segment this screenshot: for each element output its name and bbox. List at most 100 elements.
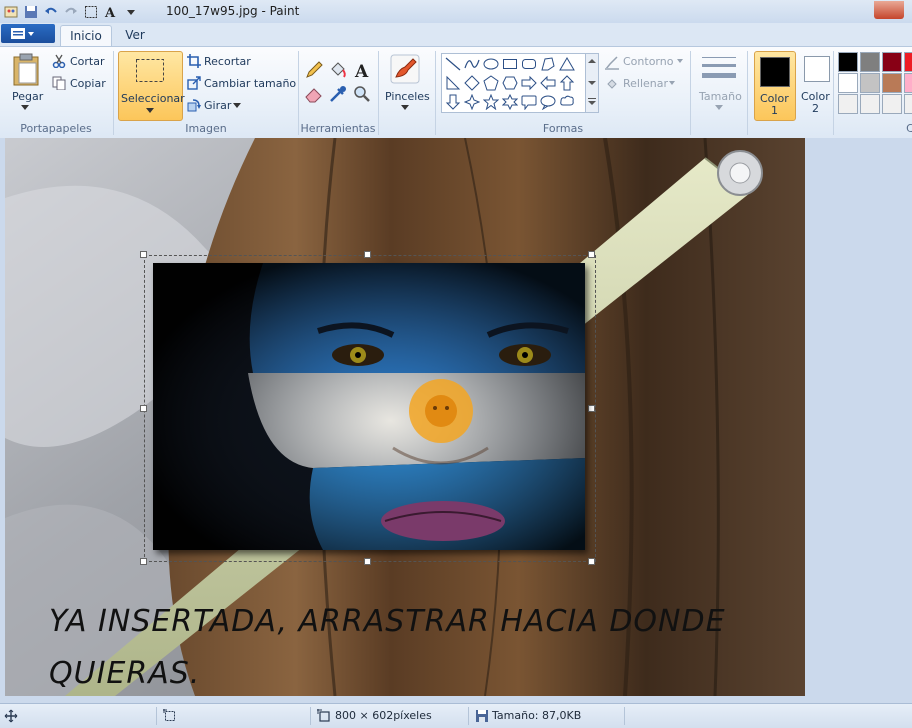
sun-of-may-icon — [409, 379, 473, 443]
palette-swatch[interactable] — [860, 73, 880, 93]
crop-label[interactable]: Recortar — [204, 55, 251, 68]
copy-label[interactable]: Copiar — [70, 77, 106, 90]
rotate-dropdown-icon[interactable] — [233, 103, 241, 109]
brushes-label[interactable]: Pinceles — [385, 90, 430, 103]
palette-swatch[interactable] — [838, 73, 858, 93]
pasted-image[interactable] — [153, 263, 585, 550]
color1-number: 1 — [771, 104, 778, 117]
size-dropdown-icon[interactable] — [715, 105, 723, 111]
left-arrow-shape-icon[interactable] — [540, 75, 556, 91]
pencil-icon[interactable] — [304, 60, 324, 80]
fill-dropdown-icon[interactable] — [669, 81, 675, 85]
outline-label[interactable]: Contorno — [623, 55, 673, 68]
palette-swatch-empty[interactable] — [904, 94, 912, 114]
palette-swatch[interactable] — [882, 52, 902, 72]
crop-icon[interactable] — [187, 54, 201, 68]
save-icon[interactable] — [24, 5, 38, 19]
color1-button[interactable]: Color 1 — [754, 51, 796, 121]
resize-icon[interactable] — [187, 76, 201, 90]
rotate-label[interactable]: Girar — [204, 99, 231, 112]
oval-callout-shape-icon[interactable] — [540, 94, 556, 110]
paint-menu-button[interactable] — [1, 24, 55, 43]
cloud-callout-shape-icon[interactable] — [559, 94, 575, 110]
size-label[interactable]: Tamaño — [699, 90, 742, 103]
triangle-shape-icon[interactable] — [559, 56, 575, 72]
image-dimensions-icon — [317, 709, 330, 722]
color2-preview[interactable] — [804, 56, 830, 82]
brush-icon[interactable] — [389, 53, 421, 85]
cut-label[interactable]: Cortar — [70, 55, 105, 68]
color-picker-icon[interactable] — [328, 84, 348, 104]
undo-icon[interactable] — [44, 5, 58, 19]
down-arrow-shape-icon[interactable] — [445, 94, 461, 110]
canvas-caption-text: YA INSERTADA, ARRASTRAR HACIA DONDE QUIE… — [49, 596, 769, 696]
resize-handle-top-right[interactable] — [588, 251, 595, 258]
copy-icon[interactable] — [52, 76, 66, 90]
resize-handle-top[interactable] — [364, 251, 371, 258]
resize-handle-bottom-right[interactable] — [588, 558, 595, 565]
palette-swatch-empty[interactable] — [860, 94, 880, 114]
rounded-rectangle-shape-icon[interactable] — [521, 56, 537, 72]
six-point-star-shape-icon[interactable] — [502, 94, 518, 110]
select-button[interactable]: Seleccionar — [118, 51, 185, 121]
shapes-scrollbar[interactable] — [585, 53, 599, 113]
palette-swatch[interactable] — [860, 52, 880, 72]
four-point-star-shape-icon[interactable] — [464, 94, 480, 110]
brushes-dropdown-icon[interactable] — [401, 105, 409, 111]
fill-icon[interactable] — [604, 77, 620, 91]
tab-inicio[interactable]: Inicio — [60, 25, 112, 47]
fill-label[interactable]: Rellenar — [623, 77, 668, 90]
outline-dropdown-icon[interactable] — [677, 59, 683, 63]
polygon-shape-icon[interactable] — [540, 56, 556, 72]
text-icon[interactable]: A — [104, 5, 118, 19]
paste-label[interactable]: Pegar — [12, 90, 43, 103]
resize-handle-right[interactable] — [588, 405, 595, 412]
palette-swatch[interactable] — [904, 73, 912, 93]
resize-label[interactable]: Cambiar tamaño — [204, 77, 296, 90]
customize-arrow-icon[interactable] — [124, 5, 138, 19]
select-icon[interactable] — [84, 5, 98, 19]
right-arrow-shape-icon[interactable] — [521, 75, 537, 91]
outline-icon[interactable] — [604, 56, 620, 70]
right-triangle-shape-icon[interactable] — [445, 75, 461, 91]
resize-handle-left[interactable] — [140, 405, 147, 412]
palette-swatch[interactable] — [838, 52, 858, 72]
workspace: YA INSERTADA, ARRASTRAR HACIA DONDE QUIE… — [0, 138, 912, 703]
resize-handle-bottom-left[interactable] — [140, 558, 147, 565]
resize-handle-top-left[interactable] — [140, 251, 147, 258]
hexagon-shape-icon[interactable] — [502, 75, 518, 91]
group-divider — [378, 51, 379, 135]
tab-ver[interactable]: Ver — [116, 25, 154, 46]
up-arrow-shape-icon[interactable] — [559, 75, 575, 91]
size-lines-icon[interactable] — [702, 55, 736, 83]
five-point-star-shape-icon[interactable] — [483, 94, 499, 110]
close-button[interactable] — [874, 1, 904, 19]
pentagon-shape-icon[interactable] — [483, 75, 499, 91]
palette-swatch-empty[interactable] — [838, 94, 858, 114]
rounded-callout-shape-icon[interactable] — [521, 94, 537, 110]
rotate-icon[interactable] — [187, 98, 201, 112]
rectangle-shape-icon[interactable] — [502, 56, 518, 72]
paste-icon[interactable] — [12, 53, 42, 87]
eraser-icon[interactable] — [304, 84, 324, 104]
magnifier-icon[interactable] — [352, 84, 372, 104]
app-icon[interactable] — [4, 5, 18, 19]
face-flag-photo — [153, 263, 585, 550]
fill-bucket-icon[interactable] — [328, 60, 348, 80]
palette-swatch-empty[interactable] — [882, 94, 902, 114]
selection-rect-icon — [136, 59, 164, 82]
redo-icon[interactable] — [64, 5, 78, 19]
line-shape-icon[interactable] — [445, 56, 461, 72]
image-dimensions-text: 800 × 602píxeles — [335, 709, 432, 722]
palette-swatch[interactable] — [904, 52, 912, 72]
palette-swatch[interactable] — [882, 73, 902, 93]
curve-shape-icon[interactable] — [464, 56, 480, 72]
status-bar: 800 × 602píxeles Tamaño: 87,0KB — [0, 703, 912, 728]
canvas[interactable]: YA INSERTADA, ARRASTRAR HACIA DONDE QUIE… — [5, 138, 805, 696]
paste-dropdown-icon[interactable] — [21, 105, 29, 111]
resize-handle-bottom[interactable] — [364, 558, 371, 565]
diamond-shape-icon[interactable] — [464, 75, 480, 91]
text-tool-icon[interactable]: A — [352, 60, 372, 80]
scissors-icon[interactable] — [52, 54, 66, 68]
oval-shape-icon[interactable] — [483, 56, 499, 72]
